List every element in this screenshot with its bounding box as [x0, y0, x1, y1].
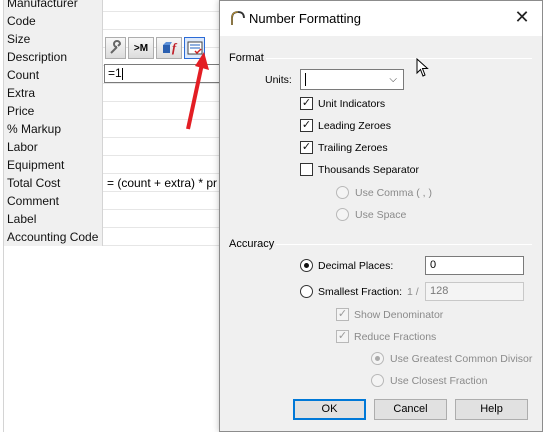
property-row-total-cost[interactable]: Total Cost = (count + extra) * pr: [4, 174, 244, 192]
close-button[interactable]: ✕: [508, 6, 536, 30]
dialog-titlebar[interactable]: Number Formatting ✕: [220, 1, 542, 36]
trailing-zeroes-label: Trailing Zeroes: [318, 142, 388, 154]
macro-button[interactable]: >M: [128, 37, 154, 59]
property-label: % Markup: [4, 120, 103, 138]
show-denominator-label: Show Denominator: [354, 309, 444, 321]
chevron-down-icon: ⌵: [389, 74, 397, 85]
property-label: Label: [4, 210, 103, 228]
accuracy-group-label: Accuracy: [229, 238, 275, 250]
property-label: Accounting Code: [4, 228, 103, 246]
use-gcd-label: Use Greatest Common Divisor: [390, 353, 533, 365]
property-label: Total Cost: [4, 174, 103, 192]
property-label: Manufacturer: [4, 0, 103, 12]
property-row-code[interactable]: Code: [4, 12, 244, 30]
trailing-zeroes-checkbox[interactable]: ✓: [300, 141, 313, 154]
property-row-comment[interactable]: Comment: [4, 192, 244, 210]
macro-label: >M: [133, 42, 149, 54]
property-label: Count: [4, 66, 103, 84]
app-arch-icon: [231, 11, 245, 25]
use-closest-label: Use Closest Fraction: [390, 375, 488, 387]
decimal-places-radio[interactable]: [300, 259, 313, 272]
mouse-pointer-icon: [416, 58, 429, 77]
property-label: Description: [4, 48, 103, 66]
text-caret: [305, 73, 306, 86]
number-formatting-dialog: Number Formatting ✕ Format Units: ⌵ ✓ Un…: [219, 0, 543, 432]
cancel-button[interactable]: Cancel: [374, 399, 447, 420]
close-icon: ✕: [514, 7, 530, 27]
property-row-equipment[interactable]: Equipment: [4, 156, 244, 174]
thousands-separator-checkbox[interactable]: [300, 163, 313, 176]
leading-zeroes-label: Leading Zeroes: [318, 120, 391, 132]
property-label: Size: [4, 30, 103, 48]
accuracy-divider: [276, 244, 532, 245]
reduce-fractions-label: Reduce Fractions: [354, 331, 437, 343]
use-closest-radio[interactable]: [371, 374, 384, 387]
property-label: Equipment: [4, 156, 103, 174]
function-button[interactable]: f: [156, 37, 182, 59]
smallest-fraction-radio[interactable]: [300, 285, 313, 298]
property-row-manufacturer[interactable]: Manufacturer: [4, 0, 244, 12]
cube-icon: [162, 42, 172, 53]
use-space-label: Use Space: [355, 209, 407, 221]
use-space-radio[interactable]: [336, 208, 349, 221]
property-row-accounting-code[interactable]: Accounting Code: [4, 228, 244, 246]
property-label: Price: [4, 102, 103, 120]
function-label: f: [171, 40, 177, 55]
show-denominator-checkbox[interactable]: ✓: [336, 308, 349, 321]
smallest-fraction-input[interactable]: 128: [425, 282, 524, 301]
leading-zeroes-checkbox[interactable]: ✓: [300, 119, 313, 132]
format-divider: [266, 58, 532, 59]
decimal-places-label: Decimal Places:: [318, 260, 394, 272]
property-label: Extra: [4, 84, 103, 102]
smallest-fraction-label: Smallest Fraction:: [318, 286, 403, 298]
use-gcd-radio[interactable]: [371, 352, 384, 365]
property-label: Labor: [4, 138, 103, 156]
format-group-label: Format: [229, 52, 264, 64]
property-row-labor[interactable]: Labor: [4, 138, 244, 156]
reduce-fractions-checkbox[interactable]: ✓: [336, 330, 349, 343]
units-select[interactable]: ⌵: [300, 69, 404, 90]
ok-button[interactable]: OK: [293, 399, 366, 420]
property-row-label[interactable]: Label: [4, 210, 244, 228]
wrench-tool-button[interactable]: [105, 37, 126, 59]
fraction-prefix: 1 /: [407, 286, 419, 298]
property-label: Code: [4, 12, 103, 30]
count-input-value: =1: [108, 66, 122, 80]
decimal-places-input[interactable]: 0: [425, 256, 524, 275]
red-arrow-annotation: [186, 52, 209, 130]
units-label: Units:: [265, 74, 292, 86]
wrench-icon: [109, 40, 121, 54]
use-comma-radio[interactable]: [336, 186, 349, 199]
property-label: Comment: [4, 192, 103, 210]
thousands-separator-label: Thousands Separator: [318, 164, 419, 176]
unit-indicators-checkbox[interactable]: ✓: [300, 97, 313, 110]
dialog-title: Number Formatting: [249, 11, 361, 26]
help-button[interactable]: Help: [455, 399, 528, 420]
use-comma-label: Use Comma ( , ): [355, 187, 433, 199]
unit-indicators-label: Unit Indicators: [318, 98, 386, 110]
